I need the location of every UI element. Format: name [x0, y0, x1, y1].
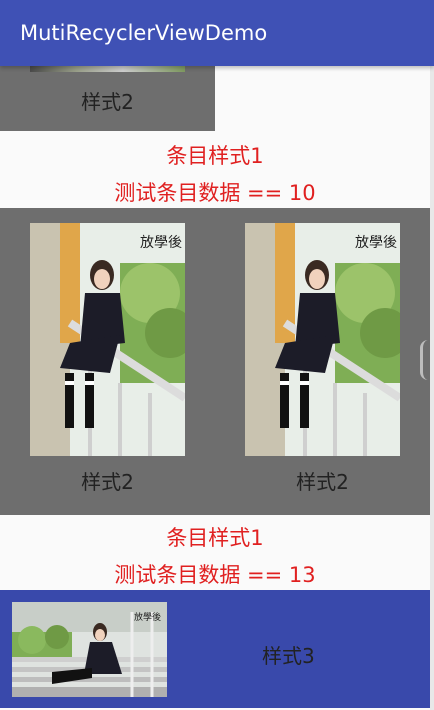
grid-cell-right[interactable]: 放學後 样式2 — [215, 208, 430, 515]
grid-cell-label: 样式2 — [81, 90, 134, 114]
photo-girl: 放學後 — [30, 223, 185, 456]
item-data-label: 测试条目数据 == 13 — [114, 563, 316, 587]
photo-girl-wide: 放學後 — [12, 602, 167, 697]
grid-cell-partial[interactable]: 样式2 — [0, 66, 215, 131]
grid-row: 放學後 样式2 放學後 样式2 — [0, 208, 430, 515]
screen: MutiRecyclerViewDemo 样式2 条目样式1 测试条目数据 ==… — [0, 0, 434, 710]
photo-girl: 放學後 — [245, 223, 400, 456]
list-row-label: 样式3 — [262, 644, 315, 668]
grid-cell-left[interactable]: 放學後 样式2 — [0, 208, 215, 515]
text-list-item[interactable]: 条目样式1 测试条目数据 == 10 — [0, 140, 430, 208]
grid-cell-label: 样式2 — [81, 470, 134, 494]
photo-partial — [30, 66, 185, 72]
edge-glow-indicator — [420, 340, 428, 380]
app-bar: MutiRecyclerViewDemo — [0, 0, 434, 66]
svg-text:放學後: 放學後 — [355, 235, 397, 251]
text-list-item[interactable]: 条目样式1 测试条目数据 == 13 — [0, 522, 430, 590]
list-row[interactable]: 放學後 样式3 — [0, 590, 430, 708]
recycler-view[interactable]: 样式2 条目样式1 测试条目数据 == 10 放學後 样式2 放學後 样式2 条… — [0, 66, 430, 710]
svg-text:放學後: 放學後 — [140, 235, 182, 251]
item-data-label: 测试条目数据 == 10 — [114, 181, 316, 205]
item-type-label: 条目样式1 — [166, 144, 264, 168]
grid-cell-label: 样式2 — [296, 470, 349, 494]
scrollbar-track[interactable] — [430, 66, 434, 710]
app-title: MutiRecyclerViewDemo — [20, 21, 268, 45]
item-type-label: 条目样式1 — [166, 526, 264, 550]
svg-text:放學後: 放學後 — [134, 611, 161, 623]
